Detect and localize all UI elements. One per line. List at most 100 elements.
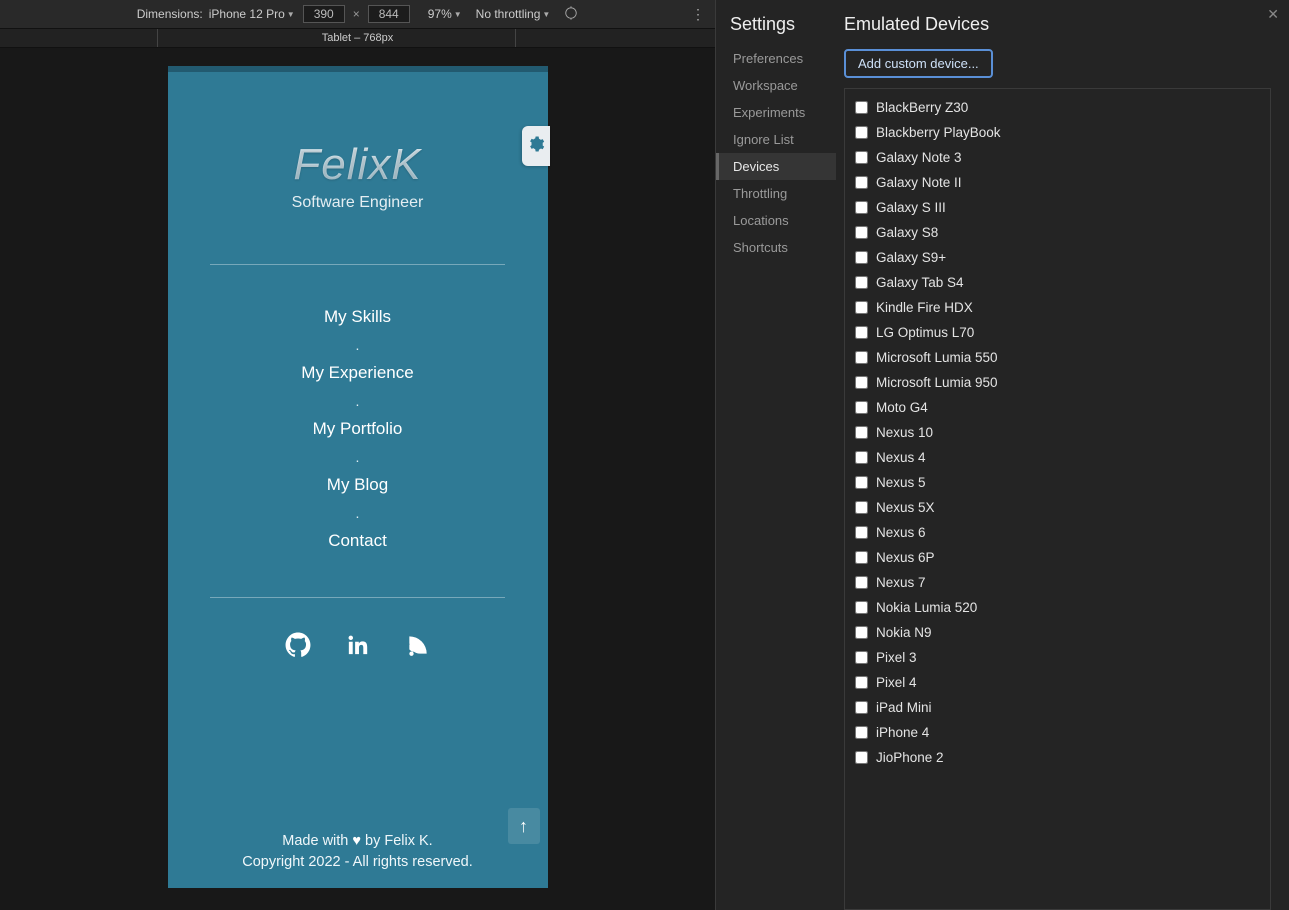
device-checkbox[interactable] [855, 276, 868, 289]
add-custom-device-button[interactable]: Add custom device... [844, 49, 993, 78]
device-checkbox[interactable] [855, 501, 868, 514]
device-row[interactable]: Galaxy S III [845, 195, 1270, 220]
device-row[interactable]: Nexus 6 [845, 520, 1270, 545]
device-row[interactable]: Galaxy S8 [845, 220, 1270, 245]
settings-item-shortcuts[interactable]: Shortcuts [716, 234, 836, 261]
linkedin-icon[interactable] [345, 632, 371, 663]
device-row[interactable]: Blackberry PlayBook [845, 120, 1270, 145]
width-input[interactable] [303, 5, 345, 23]
settings-item-workspace[interactable]: Workspace [716, 72, 836, 99]
device-checkbox[interactable] [855, 726, 868, 739]
device-label: LG Optimus L70 [876, 325, 974, 340]
device-row[interactable]: Nexus 5X [845, 495, 1270, 520]
device-checkbox[interactable] [855, 601, 868, 614]
nav-item-skills[interactable]: My Skills [301, 307, 413, 327]
nav-item-experience[interactable]: My Experience [301, 363, 413, 383]
device-row[interactable]: Pixel 3 [845, 645, 1270, 670]
blog-icon[interactable] [405, 632, 431, 663]
device-label: Nexus 5 [876, 475, 926, 490]
device-row[interactable]: BlackBerry Z30 [845, 95, 1270, 120]
device-checkbox[interactable] [855, 576, 868, 589]
device-row[interactable]: Moto G4 [845, 395, 1270, 420]
height-input[interactable] [368, 5, 410, 23]
device-row[interactable]: Nexus 7 [845, 570, 1270, 595]
github-icon[interactable] [285, 632, 311, 663]
device-row[interactable]: Nexus 6P [845, 545, 1270, 570]
device-row[interactable]: Nexus 10 [845, 420, 1270, 445]
device-row[interactable]: Galaxy S9+ [845, 245, 1270, 270]
device-row[interactable]: iPhone 4 [845, 720, 1270, 745]
device-checkbox[interactable] [855, 376, 868, 389]
device-checkbox[interactable] [855, 151, 868, 164]
device-row[interactable]: Galaxy Note II [845, 170, 1270, 195]
more-options-icon[interactable]: ⋮ [691, 6, 705, 23]
dimensions-dropdown[interactable]: Dimensions: iPhone 12 Pro ▼ [137, 7, 295, 21]
nav-item-contact[interactable]: Contact [301, 531, 413, 551]
device-checkbox[interactable] [855, 526, 868, 539]
device-row[interactable]: iPad Mini [845, 695, 1270, 720]
x-separator: × [353, 7, 360, 21]
device-label: Nexus 10 [876, 425, 933, 440]
chevron-down-icon: ▼ [454, 10, 462, 19]
device-checkbox[interactable] [855, 551, 868, 564]
device-checkbox[interactable] [855, 751, 868, 764]
nav-item-portfolio[interactable]: My Portfolio [301, 419, 413, 439]
close-icon[interactable]: ✕ [1267, 6, 1279, 23]
zoom-dropdown[interactable]: 97% ▼ [428, 7, 462, 21]
device-checkbox[interactable] [855, 426, 868, 439]
device-label: iPhone 4 [876, 725, 929, 740]
device-row[interactable]: Nokia N9 [845, 620, 1270, 645]
device-checkbox[interactable] [855, 326, 868, 339]
device-checkbox[interactable] [855, 676, 868, 689]
device-checkbox[interactable] [855, 301, 868, 314]
throttle-value: No throttling [476, 7, 541, 21]
device-checkbox[interactable] [855, 101, 868, 114]
device-checkbox[interactable] [855, 126, 868, 139]
device-row[interactable]: Pixel 4 [845, 670, 1270, 695]
nav-separator: . [301, 505, 413, 521]
device-checkbox[interactable] [855, 226, 868, 239]
device-row[interactable]: LG Optimus L70 [845, 320, 1270, 345]
device-row[interactable]: Galaxy Note 3 [845, 145, 1270, 170]
throttling-dropdown[interactable]: No throttling ▼ [476, 7, 551, 21]
device-checkbox[interactable] [855, 251, 868, 264]
device-row[interactable]: Kindle Fire HDX [845, 295, 1270, 320]
settings-item-preferences[interactable]: Preferences [716, 45, 836, 72]
settings-sidebar: Settings PreferencesWorkspaceExperiments… [716, 0, 836, 910]
device-row[interactable]: Nokia Lumia 520 [845, 595, 1270, 620]
device-checkbox[interactable] [855, 451, 868, 464]
device-row[interactable]: Microsoft Lumia 550 [845, 345, 1270, 370]
device-checkbox[interactable] [855, 176, 868, 189]
device-label: Galaxy S8 [876, 225, 938, 240]
device-checkbox[interactable] [855, 351, 868, 364]
device-checkbox[interactable] [855, 401, 868, 414]
settings-item-experiments[interactable]: Experiments [716, 99, 836, 126]
device-checkbox[interactable] [855, 651, 868, 664]
settings-item-devices[interactable]: Devices [716, 153, 836, 180]
device-list[interactable]: BlackBerry Z30Blackberry PlayBookGalaxy … [845, 89, 1270, 909]
device-checkbox[interactable] [855, 626, 868, 639]
zoom-value: 97% [428, 7, 452, 21]
device-row[interactable]: Galaxy Tab S4 [845, 270, 1270, 295]
device-checkbox[interactable] [855, 701, 868, 714]
emulated-devices-title: Emulated Devices [844, 14, 1289, 35]
device-row[interactable]: Microsoft Lumia 950 [845, 370, 1270, 395]
device-checkbox[interactable] [855, 201, 868, 214]
rotate-icon[interactable] [564, 6, 578, 23]
device-label: Nokia Lumia 520 [876, 600, 977, 615]
gear-icon [527, 135, 545, 158]
breakpoint-ruler[interactable]: Tablet – 768px [0, 28, 715, 48]
heart-icon: ♥ [352, 833, 361, 849]
settings-item-ignore-list[interactable]: Ignore List [716, 126, 836, 153]
device-row[interactable]: Nexus 5 [845, 470, 1270, 495]
device-row[interactable]: Nexus 4 [845, 445, 1270, 470]
settings-tab[interactable] [522, 126, 550, 166]
nav-item-blog[interactable]: My Blog [301, 475, 413, 495]
nav-separator: . [301, 449, 413, 465]
device-canvas: FelixK Software Engineer My Skills . My … [0, 48, 715, 910]
settings-item-throttling[interactable]: Throttling [716, 180, 836, 207]
settings-item-locations[interactable]: Locations [716, 207, 836, 234]
device-checkbox[interactable] [855, 476, 868, 489]
device-row[interactable]: JioPhone 2 [845, 745, 1270, 770]
emulated-viewport[interactable]: FelixK Software Engineer My Skills . My … [168, 66, 548, 888]
